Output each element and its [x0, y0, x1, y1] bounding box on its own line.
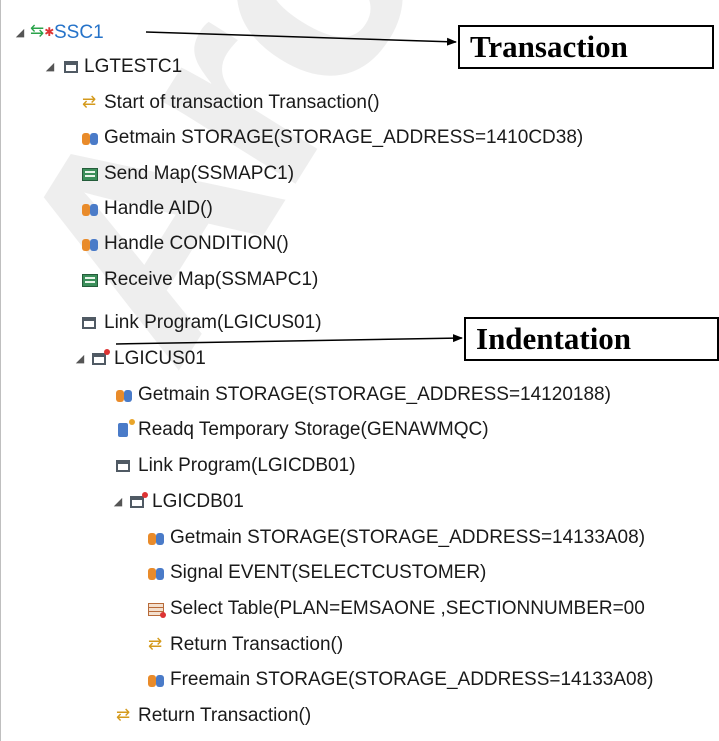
- transaction-callout: Transaction: [458, 25, 714, 69]
- indentation-arrow: [115, 334, 463, 345]
- annotation-arrows: [115, 31, 463, 345]
- indentation-callout: Indentation: [464, 317, 719, 361]
- transaction-arrow: [145, 31, 457, 46]
